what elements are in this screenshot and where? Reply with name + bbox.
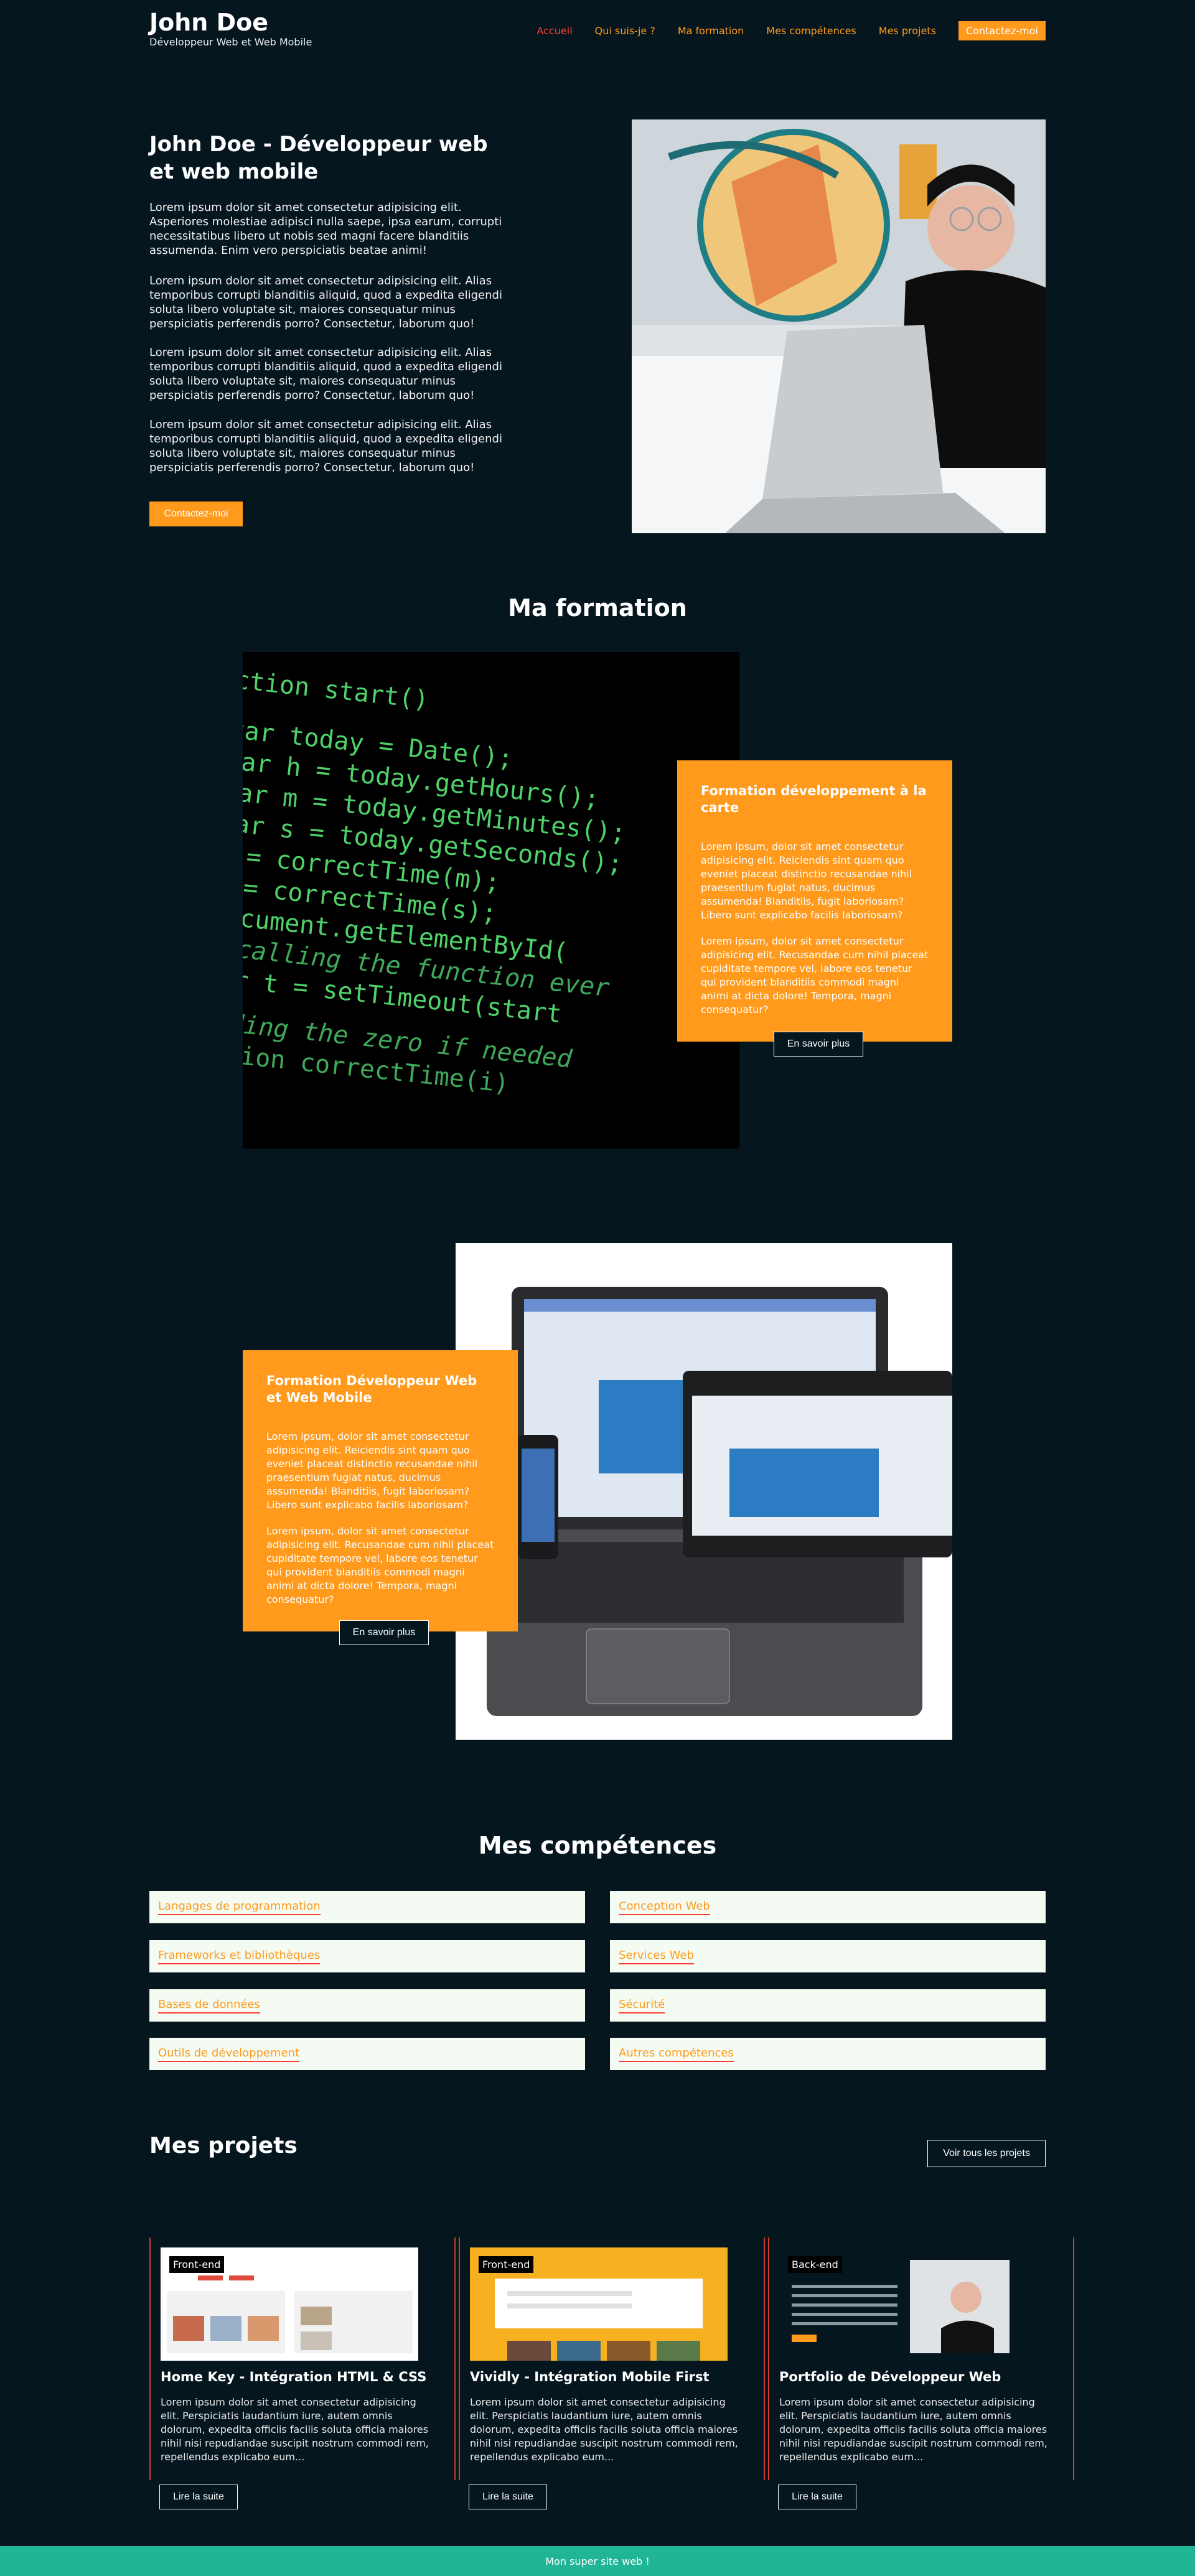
skill-item[interactable]: Sécurité xyxy=(610,1989,1046,2022)
formation-card-1: Formation développement à la carte Lorem… xyxy=(677,760,952,1042)
hero-paragraph-3: Lorem ipsum dolor sit amet consectetur a… xyxy=(149,346,502,402)
skill-label: Frameworks et bibliothèques xyxy=(158,1949,321,1964)
skill-label: Conception Web xyxy=(619,1900,710,1915)
project-badge: Front-end xyxy=(479,2256,534,2273)
formation-card-title: Formation développement à la carte xyxy=(701,783,927,815)
skill-item[interactable]: Conception Web xyxy=(610,1891,1046,1923)
project-title: Portfolio de Développeur Web xyxy=(779,2369,1001,2384)
hero-title: John Doe - Développeur web et web mobile xyxy=(149,132,488,184)
hero-photo xyxy=(632,119,1046,533)
nav-ma-formation[interactable]: Ma formation xyxy=(678,25,744,37)
formation-card-text: Lorem ipsum, dolor sit amet consectetur … xyxy=(701,841,912,921)
skill-item[interactable]: Bases de données xyxy=(149,1989,585,2022)
laptop-tablet-illustration xyxy=(456,1243,952,1740)
nav-accueil[interactable]: Accueil xyxy=(537,25,573,37)
hero-paragraph-1: Lorem ipsum dolor sit amet consectetur a… xyxy=(149,201,502,257)
skill-label: Services Web xyxy=(619,1949,694,1964)
skill-label: Langages de programmation xyxy=(158,1900,321,1915)
project-description: Lorem ipsum dolor sit amet consectetur a… xyxy=(470,2396,738,2463)
nav-mes-projets[interactable]: Mes projets xyxy=(879,25,936,37)
skill-item[interactable]: Outils de développement xyxy=(149,2038,585,2070)
project-card: Back-end Portfolio de Développeur Web Lo… xyxy=(768,2238,1074,2480)
skill-item[interactable]: Langages de programmation xyxy=(149,1891,585,1923)
site-footer: Mon super site web ! xyxy=(0,2546,1195,2576)
project-description: Lorem ipsum dolor sit amet consectetur a… xyxy=(161,2396,429,2463)
skills-section-title: Mes compétences xyxy=(478,1832,717,1859)
developer-photo-illustration xyxy=(632,119,1046,533)
skill-label: Outils de développement xyxy=(158,2046,300,2062)
formation-1-learn-more-button[interactable]: En savoir plus xyxy=(774,1032,863,1057)
skill-label: Bases de données xyxy=(158,1998,260,2014)
project-badge: Front-end xyxy=(169,2256,225,2273)
main-nav: Accueil Qui suis-je ? Ma formation Mes c… xyxy=(537,21,1046,40)
project-3-read-more-button[interactable]: Lire la suite xyxy=(778,2485,856,2509)
hero-contact-button[interactable]: Contactez-moi xyxy=(149,502,243,526)
view-all-projects-button[interactable]: Voir tous les projets xyxy=(927,2140,1046,2167)
project-thumbnail: Front-end xyxy=(161,2247,418,2361)
nav-contact-button[interactable]: Contactez-moi xyxy=(958,21,1046,40)
footer-text: Mon super site web ! xyxy=(545,2555,650,2567)
formation-section-title: Ma formation xyxy=(508,594,687,622)
nav-mes-competences[interactable]: Mes compétences xyxy=(766,25,856,37)
formation-card-2: Formation Développeur Web et Web Mobile … xyxy=(243,1350,518,1631)
formation-card-title: Formation Développeur Web et Web Mobile xyxy=(266,1373,477,1405)
devices-image xyxy=(456,1243,952,1740)
formation-2-learn-more-button[interactable]: En savoir plus xyxy=(339,1620,429,1645)
skill-item[interactable]: Autres compétences xyxy=(610,2038,1046,2070)
skill-item[interactable]: Services Web xyxy=(610,1940,1046,1972)
skill-label: Sécurité xyxy=(619,1998,665,2014)
projects-section-title: Mes projets xyxy=(149,2133,298,2158)
hero-paragraph-2: Lorem ipsum dolor sit amet consectetur a… xyxy=(149,274,502,330)
site-tagline: Développeur Web et Web Mobile xyxy=(149,36,312,48)
project-thumbnail: Front-end xyxy=(470,2247,728,2361)
nav-qui-suis-je[interactable]: Qui suis-je ? xyxy=(595,25,655,37)
skill-item[interactable]: Frameworks et bibliothèques xyxy=(149,1940,585,1972)
project-thumbnail: Back-end xyxy=(779,2247,1037,2361)
project-card: Front-end Home Key - Intégration HTML & … xyxy=(149,2238,456,2480)
project-card: Front-end Vividly - Intégration Mobile F… xyxy=(459,2238,765,2480)
project-1-read-more-button[interactable]: Lire la suite xyxy=(159,2485,238,2509)
formation-card-text: Lorem ipsum, dolor sit amet consectetur … xyxy=(266,1430,478,1511)
code-image: ction start() var today = Date(); var h … xyxy=(243,652,739,1149)
formation-card-text: Lorem ipsum, dolor sit amet consectetur … xyxy=(266,1525,494,1605)
formation-card-text: Lorem ipsum, dolor sit amet consectetur … xyxy=(701,935,929,1015)
project-title: Home Key - Intégration HTML & CSS xyxy=(161,2369,427,2384)
project-description: Lorem ipsum dolor sit amet consectetur a… xyxy=(779,2396,1047,2463)
skill-label: Autres compétences xyxy=(619,2046,734,2062)
project-title: Vividly - Intégration Mobile First xyxy=(470,2369,710,2384)
project-badge: Back-end xyxy=(788,2256,842,2273)
hero-paragraph-4: Lorem ipsum dolor sit amet consectetur a… xyxy=(149,418,502,474)
project-2-read-more-button[interactable]: Lire la suite xyxy=(469,2485,547,2509)
site-name: John Doe xyxy=(149,9,269,36)
